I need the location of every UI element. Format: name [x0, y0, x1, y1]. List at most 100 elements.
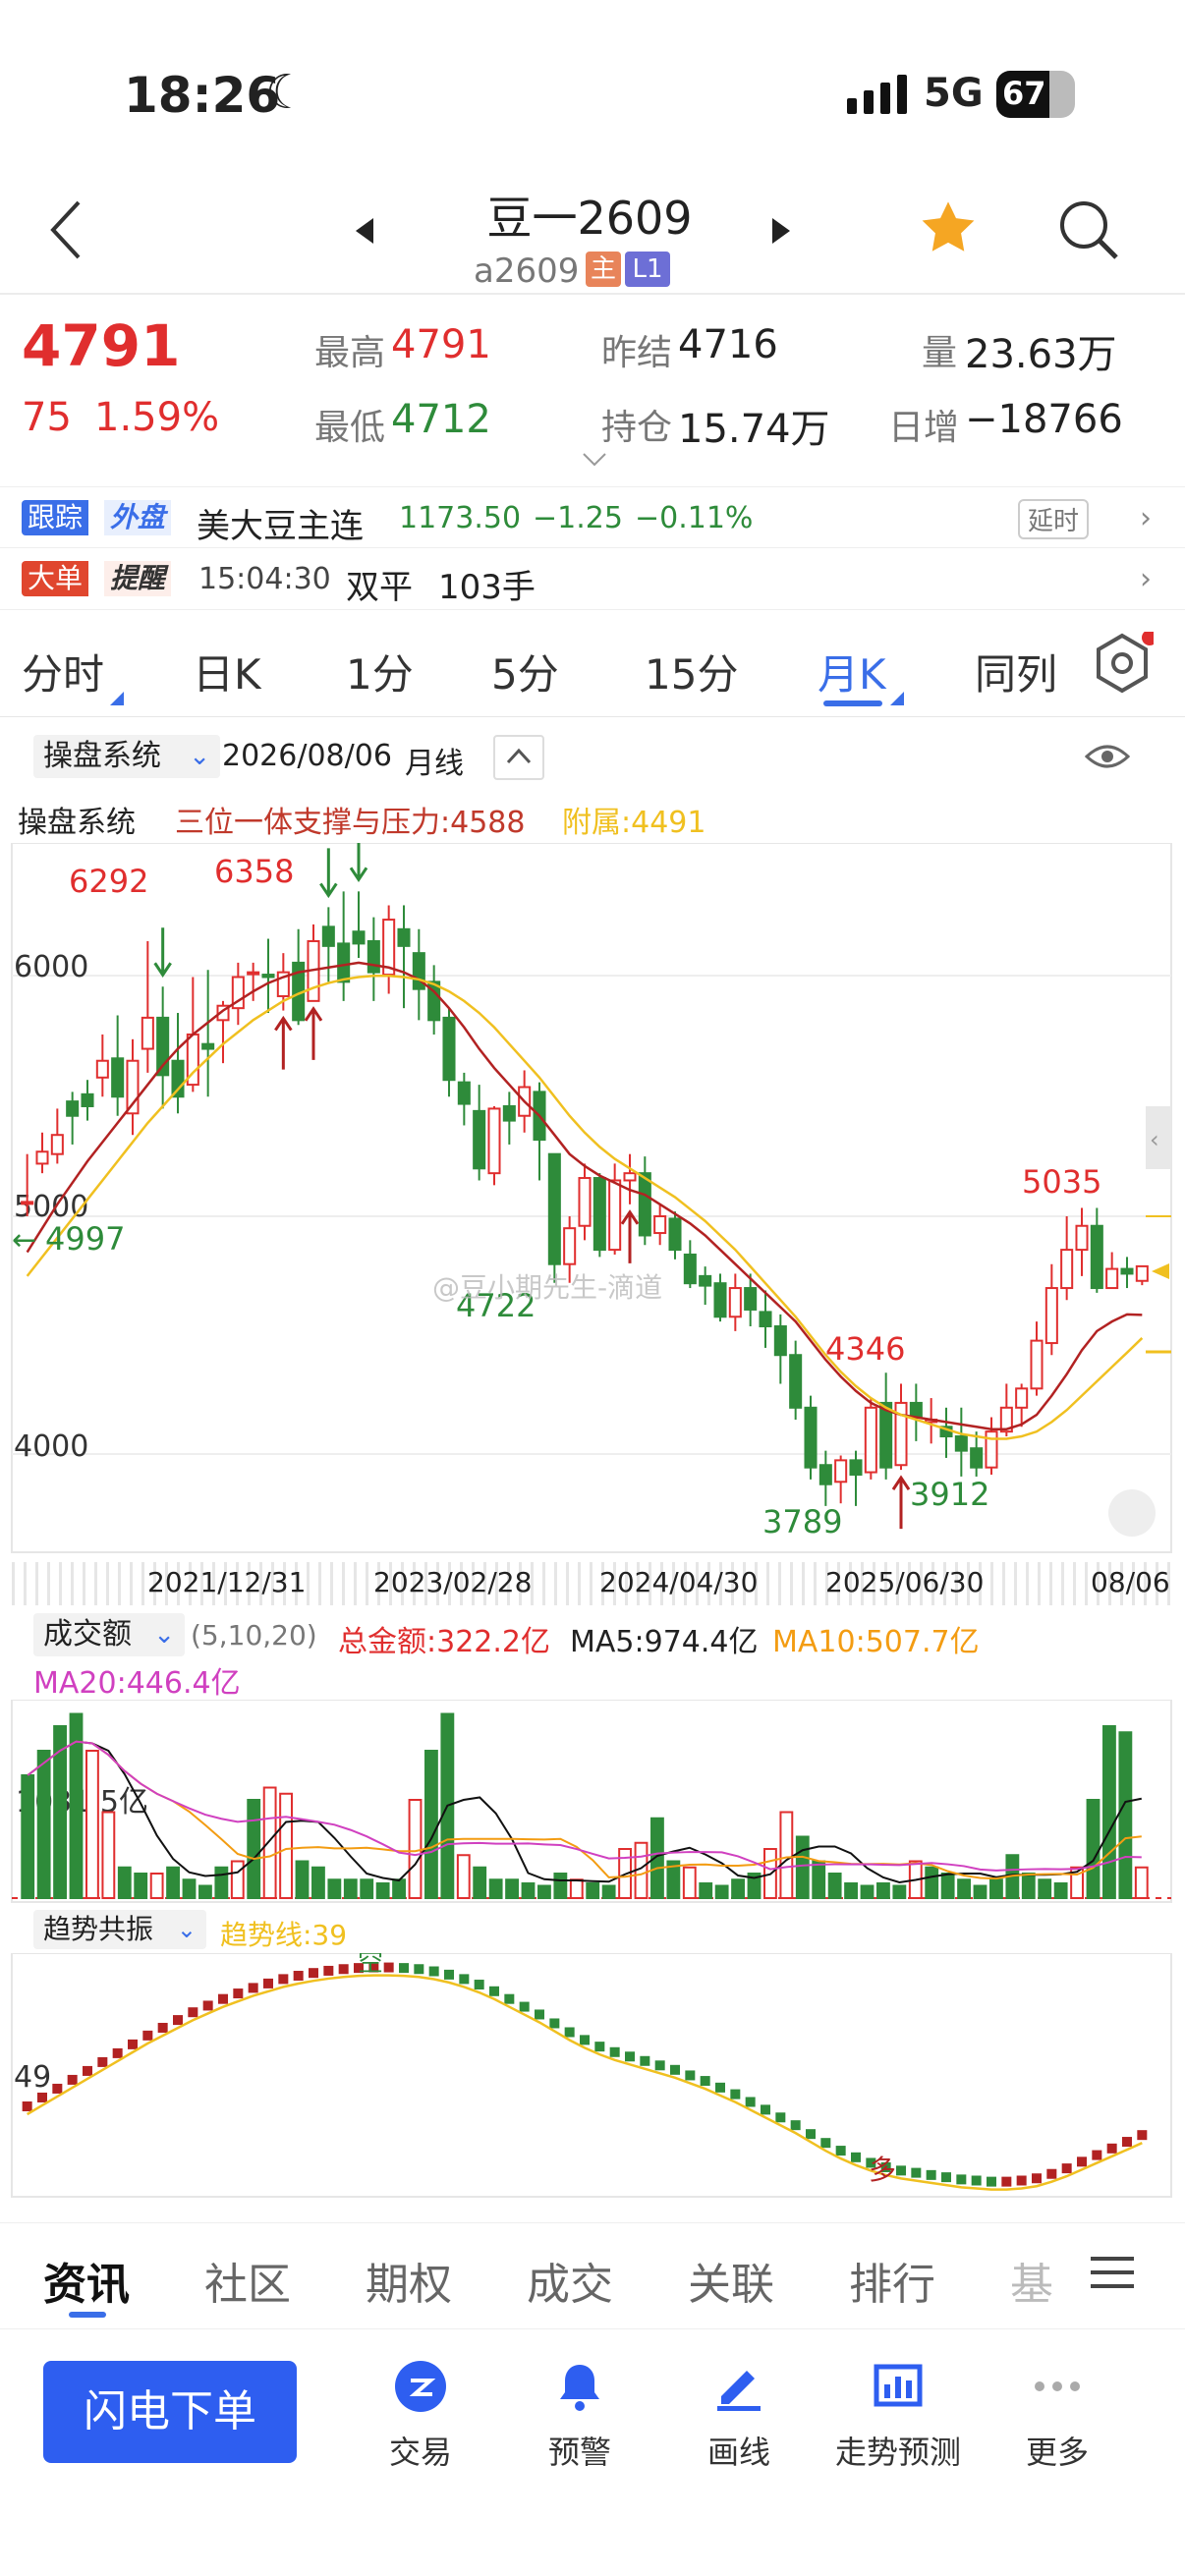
trend-chart[interactable]: 49 空 多 — [0, 1953, 1185, 2199]
buy-signal-arrow — [304, 1006, 323, 1060]
tab-1min[interactable]: 1分 — [346, 642, 414, 701]
prev-contract-icon[interactable] — [354, 216, 375, 250]
foreign-contract-name: 美大豆主连 — [197, 507, 364, 546]
lightning-order-button[interactable]: 闪电下单 — [43, 2361, 297, 2463]
tab-5min[interactable]: 5分 — [491, 642, 559, 701]
volume-bar — [1086, 1799, 1100, 1899]
tab-news[interactable]: 资讯 — [43, 2249, 130, 2312]
search-icon[interactable] — [1057, 198, 1120, 265]
contract-code: a2609 — [474, 252, 580, 291]
tab-intraday[interactable]: 分时 — [22, 642, 104, 701]
watermark: @豆小期先生-滴道 — [432, 1271, 662, 1304]
daily-change-label: 日增 — [888, 408, 960, 448]
tab-compare[interactable]: 同列 — [975, 642, 1057, 701]
volume-bar — [940, 1873, 955, 1899]
tab-related[interactable]: 关联 — [688, 2249, 774, 2312]
dropdown-corner-icon — [890, 667, 904, 715]
foreign-change-pct: −0.11% — [635, 501, 754, 535]
candle-body — [111, 1057, 125, 1098]
high-label: 最高 — [314, 333, 386, 373]
trend-step — [775, 2112, 786, 2123]
fullscreen-icon[interactable] — [1108, 1489, 1156, 1537]
favorite-star-icon[interactable] — [916, 196, 981, 263]
volume-bar — [488, 1878, 503, 1899]
volume-bar — [424, 1750, 438, 1899]
high-label-4346: 4346 — [825, 1330, 905, 1368]
volume-bar — [327, 1878, 342, 1899]
active-tab-underline — [69, 2312, 106, 2318]
track-tag: 跟踪 — [22, 500, 89, 535]
indicator-system-label: 操盘系统 — [43, 739, 161, 773]
eye-icon[interactable] — [1084, 737, 1131, 780]
trend-step — [535, 2009, 544, 2020]
expand-quote-icon[interactable] — [582, 452, 607, 472]
volume-chart[interactable]: 1031.5亿 — [0, 1700, 1185, 1906]
trend-step — [941, 2172, 951, 2183]
volume-bar — [134, 1873, 148, 1899]
big-order-banner[interactable]: 大单 提醒 15:04:30 双平 103手 › — [0, 547, 1185, 608]
tab-monthly[interactable]: 月K — [818, 642, 886, 701]
legend-support-resistance: 三位一体支撑与压力:4588 — [175, 806, 526, 840]
volume-bar — [214, 1866, 229, 1899]
volume-bar — [117, 1866, 132, 1899]
trend-indicator-select[interactable]: 趋势共振 ⌄ — [33, 1910, 207, 1949]
more-button[interactable]: 更多 — [979, 2359, 1136, 2473]
volume-bar — [682, 1866, 697, 1899]
candle-body — [442, 1016, 456, 1082]
tab-ranking[interactable]: 排行 — [849, 2249, 935, 2312]
big-order-type: 双平 — [346, 568, 413, 607]
settings-hexagon-icon[interactable] — [1091, 630, 1157, 704]
trend-step — [519, 2001, 530, 2012]
legend-system: 操盘系统 — [18, 806, 136, 840]
main-badge: 主 — [586, 252, 621, 287]
trend-step — [820, 2138, 831, 2149]
candle-body — [1044, 1287, 1058, 1345]
tab-fundamentals[interactable]: 基 — [1010, 2249, 1053, 2312]
tab-15min[interactable]: 15分 — [645, 642, 738, 701]
tab-trades[interactable]: 成交 — [527, 2249, 613, 2312]
trend-step — [218, 1993, 228, 2004]
low-label: 最低 — [314, 408, 386, 448]
moon-icon: ☾ — [265, 65, 309, 120]
open-interest-value: 15.74万 — [678, 407, 830, 452]
candle-body — [713, 1282, 727, 1318]
trend-step — [896, 2165, 906, 2176]
tab-community[interactable]: 社区 — [204, 2249, 291, 2312]
collapse-header-button[interactable] — [493, 735, 544, 780]
forecast-button[interactable]: 走势预测 — [819, 2359, 977, 2473]
volume-bar — [149, 1873, 164, 1899]
contract-title: 豆一2609 — [486, 192, 693, 245]
chart-legend: 操盘系统 三位一体支撑与压力:4588 附属:4491 — [0, 798, 1185, 840]
chevron-down-icon: ⌄ — [153, 1620, 175, 1650]
volume-bar — [892, 1884, 907, 1899]
status-bar: 18:26 ☾ 5G 67 — [0, 0, 1185, 187]
candle-body — [668, 1217, 682, 1252]
candle-body — [864, 1406, 877, 1474]
candle-body — [623, 1172, 637, 1182]
trend-step — [1001, 2176, 1012, 2187]
candle-body — [487, 1107, 501, 1175]
volume-bar — [714, 1884, 729, 1899]
alert-tag: 提醒 — [104, 561, 172, 596]
indicator-system-select[interactable]: 操盘系统 ⌄ — [33, 735, 220, 778]
candle-body — [66, 1100, 80, 1117]
menu-icon[interactable] — [1091, 2253, 1134, 2303]
next-contract-icon[interactable] — [770, 216, 792, 250]
trade-button[interactable]: 交易 — [342, 2359, 499, 2473]
draw-button[interactable]: 画线 — [660, 2359, 818, 2473]
daily-change-value: −18766 — [965, 397, 1123, 442]
tab-daily[interactable]: 日K — [193, 642, 261, 701]
trend-step — [474, 1980, 484, 1990]
trend-step — [549, 2018, 560, 2029]
alert-button[interactable]: 预警 — [501, 2359, 658, 2473]
volume-indicator-select[interactable]: 成交额 ⌄ — [33, 1613, 185, 1656]
candle-body — [638, 1172, 651, 1237]
candlestick-chart[interactable]: 6000 5000 4000 6292 6358 4997 ← 4722 434… — [0, 843, 1185, 1560]
foreign-market-banner[interactable]: 跟踪 外盘 美大豆主连 1173.50 −1.25 −0.11% 延时 › — [0, 486, 1185, 547]
tab-options[interactable]: 期权 — [366, 2249, 452, 2312]
trend-step — [278, 1974, 289, 1985]
trend-step — [52, 2083, 63, 2094]
candle-body — [321, 925, 335, 947]
back-icon[interactable] — [47, 198, 86, 265]
candle-body — [337, 942, 351, 983]
